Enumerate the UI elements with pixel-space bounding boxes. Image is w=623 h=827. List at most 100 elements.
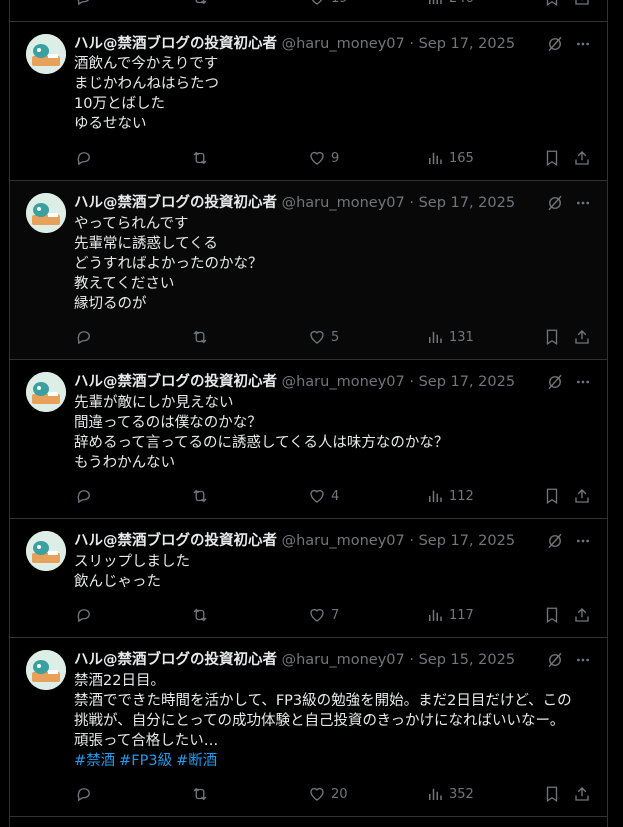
tweet-line: 頑張って合格したい…	[74, 733, 219, 749]
reply-button[interactable]	[75, 148, 93, 168]
share-button[interactable]	[573, 148, 591, 168]
share-button[interactable]	[573, 784, 591, 804]
bookmark-button[interactable]	[543, 784, 561, 804]
views-button[interactable]: 352	[426, 784, 474, 804]
tweet-date[interactable]: Sep 17, 2025	[419, 195, 516, 211]
tweet-line: 教えてください	[74, 276, 175, 292]
avatar-image	[26, 372, 66, 412]
tweet-text: スリップしました 飲んじゃった	[74, 552, 190, 592]
author-handle[interactable]: @haru_money07	[282, 36, 405, 52]
retweet-button[interactable]	[191, 148, 209, 168]
views-button[interactable]: 117	[426, 605, 474, 625]
retweet-icon	[193, 330, 207, 344]
grok-icon[interactable]	[546, 35, 564, 53]
views-button[interactable]: 112	[426, 486, 474, 506]
reply-button[interactable]	[75, 486, 93, 506]
share-icon	[575, 787, 589, 801]
tweet[interactable]: ハル@禁酒ブログの投資初心者 @haru_money07 · Sep 15, 2…	[10, 638, 607, 817]
avatar[interactable]	[26, 34, 66, 74]
like-button[interactable]: 4	[308, 486, 339, 506]
share-button[interactable]	[573, 327, 591, 347]
author-name[interactable]: ハル@禁酒ブログの投資初心者	[74, 36, 277, 52]
views-button[interactable]: 165	[426, 148, 474, 168]
hashtag-link[interactable]: #FP3級	[119, 753, 172, 769]
author-handle[interactable]: @haru_money07	[282, 533, 405, 549]
timeline: 19 246 ハル@禁酒ブログの投資初心者 @haru_money07 · Se…	[9, 0, 608, 827]
meta-separator: ·	[409, 533, 414, 549]
more-icon[interactable]	[575, 195, 591, 211]
tweet-text: やってられんです 先輩常に誘惑してくる どうすればよかったのかな？ 教えてくださ…	[74, 214, 263, 314]
avatar[interactable]	[26, 650, 66, 690]
tweet-date[interactable]: Sep 17, 2025	[419, 533, 516, 549]
retweet-icon	[193, 787, 207, 801]
share-button[interactable]	[573, 605, 591, 625]
retweet-button[interactable]	[191, 605, 209, 625]
bookmark-button[interactable]	[543, 0, 561, 8]
avatar[interactable]	[26, 372, 66, 412]
views-icon	[429, 0, 442, 4]
more-icon[interactable]	[575, 374, 591, 390]
retweet-button[interactable]	[191, 486, 209, 506]
retweet-button[interactable]	[191, 327, 209, 347]
reply-button[interactable]	[75, 327, 93, 347]
tweet-header: ハル@禁酒ブログの投資初心者 @haru_money07 · Sep 17, 2…	[74, 193, 515, 213]
like-button[interactable]: 7	[308, 605, 339, 625]
tweet-partial[interactable]: 19 246	[10, 0, 607, 22]
author-name[interactable]: ハル@禁酒ブログの投資初心者	[74, 374, 277, 390]
reply-button[interactable]	[75, 605, 93, 625]
bookmark-button[interactable]	[543, 605, 561, 625]
like-button[interactable]: 5	[308, 327, 339, 347]
tweet-actions: 7 117	[10, 605, 607, 625]
retweet-button[interactable]	[191, 784, 209, 804]
hashtag-link[interactable]: #断酒	[176, 753, 217, 769]
share-button[interactable]	[573, 0, 591, 8]
author-name[interactable]: ハル@禁酒ブログの投資初心者	[74, 533, 277, 549]
avatar[interactable]	[26, 193, 66, 233]
tweet-line: 挑戦が、自分にとっての成功体験と自己投資のきっかけになればいいなー。	[74, 713, 565, 729]
views-button[interactable]: 246	[426, 0, 474, 8]
author-handle[interactable]: @haru_money07	[282, 195, 405, 211]
like-button[interactable]: 9	[308, 148, 339, 168]
heart-icon	[310, 151, 324, 165]
like-button[interactable]: 19	[308, 0, 348, 8]
like-button[interactable]: 20	[308, 784, 348, 804]
grok-icon[interactable]	[546, 373, 564, 391]
bookmark-icon	[546, 488, 558, 505]
bookmark-button[interactable]	[543, 486, 561, 506]
retweet-button[interactable]	[191, 0, 209, 8]
author-handle[interactable]: @haru_money07	[282, 374, 405, 390]
more-icon[interactable]	[575, 36, 591, 52]
grok-icon[interactable]	[546, 194, 564, 212]
tweet-date[interactable]: Sep 17, 2025	[419, 374, 516, 390]
tweet-text: 酒飲んで今かえりです まじかわんねはらたつ 10万とばした ゆるせない	[74, 54, 219, 134]
avatar[interactable]	[26, 531, 66, 571]
grok-icon[interactable]	[546, 532, 564, 550]
tweet-date[interactable]: Sep 15, 2025	[419, 652, 516, 668]
bookmark-button[interactable]	[543, 327, 561, 347]
tweet-line: 酒飲んで今かえりです	[74, 56, 219, 72]
more-icon[interactable]	[575, 652, 591, 668]
reply-button[interactable]	[75, 0, 93, 8]
tweet-line: やってられんです	[74, 216, 189, 232]
share-button[interactable]	[573, 486, 591, 506]
tweet-line: 10万とばした	[74, 96, 165, 112]
author-handle[interactable]: @haru_money07	[282, 652, 405, 668]
tweet-actions: 9 165	[10, 148, 607, 168]
tweet[interactable]: ハル@禁酒ブログの投資初心者 @haru_money07 · Sep 17, 2…	[10, 519, 607, 638]
like-count: 20	[331, 786, 348, 802]
like-count: 5	[331, 329, 340, 345]
tweet[interactable]: ハル@禁酒ブログの投資初心者 @haru_money07 · Sep 17, 2…	[10, 181, 607, 360]
author-name[interactable]: ハル@禁酒ブログの投資初心者	[74, 195, 277, 211]
more-icon[interactable]	[575, 533, 591, 549]
reply-button[interactable]	[75, 784, 93, 804]
grok-icon[interactable]	[546, 651, 564, 669]
tweet-line: ゆるせない	[74, 116, 147, 132]
author-name[interactable]: ハル@禁酒ブログの投資初心者	[74, 652, 277, 668]
hashtag-link[interactable]: #禁酒	[74, 753, 115, 769]
tweet[interactable]: ハル@禁酒ブログの投資初心者 @haru_money07 · Sep 17, 2…	[10, 22, 607, 181]
reply-icon	[77, 490, 90, 504]
tweet-date[interactable]: Sep 17, 2025	[419, 36, 516, 52]
bookmark-button[interactable]	[543, 148, 561, 168]
views-button[interactable]: 131	[426, 327, 474, 347]
tweet[interactable]: ハル@禁酒ブログの投資初心者 @haru_money07 · Sep 17, 2…	[10, 360, 607, 519]
